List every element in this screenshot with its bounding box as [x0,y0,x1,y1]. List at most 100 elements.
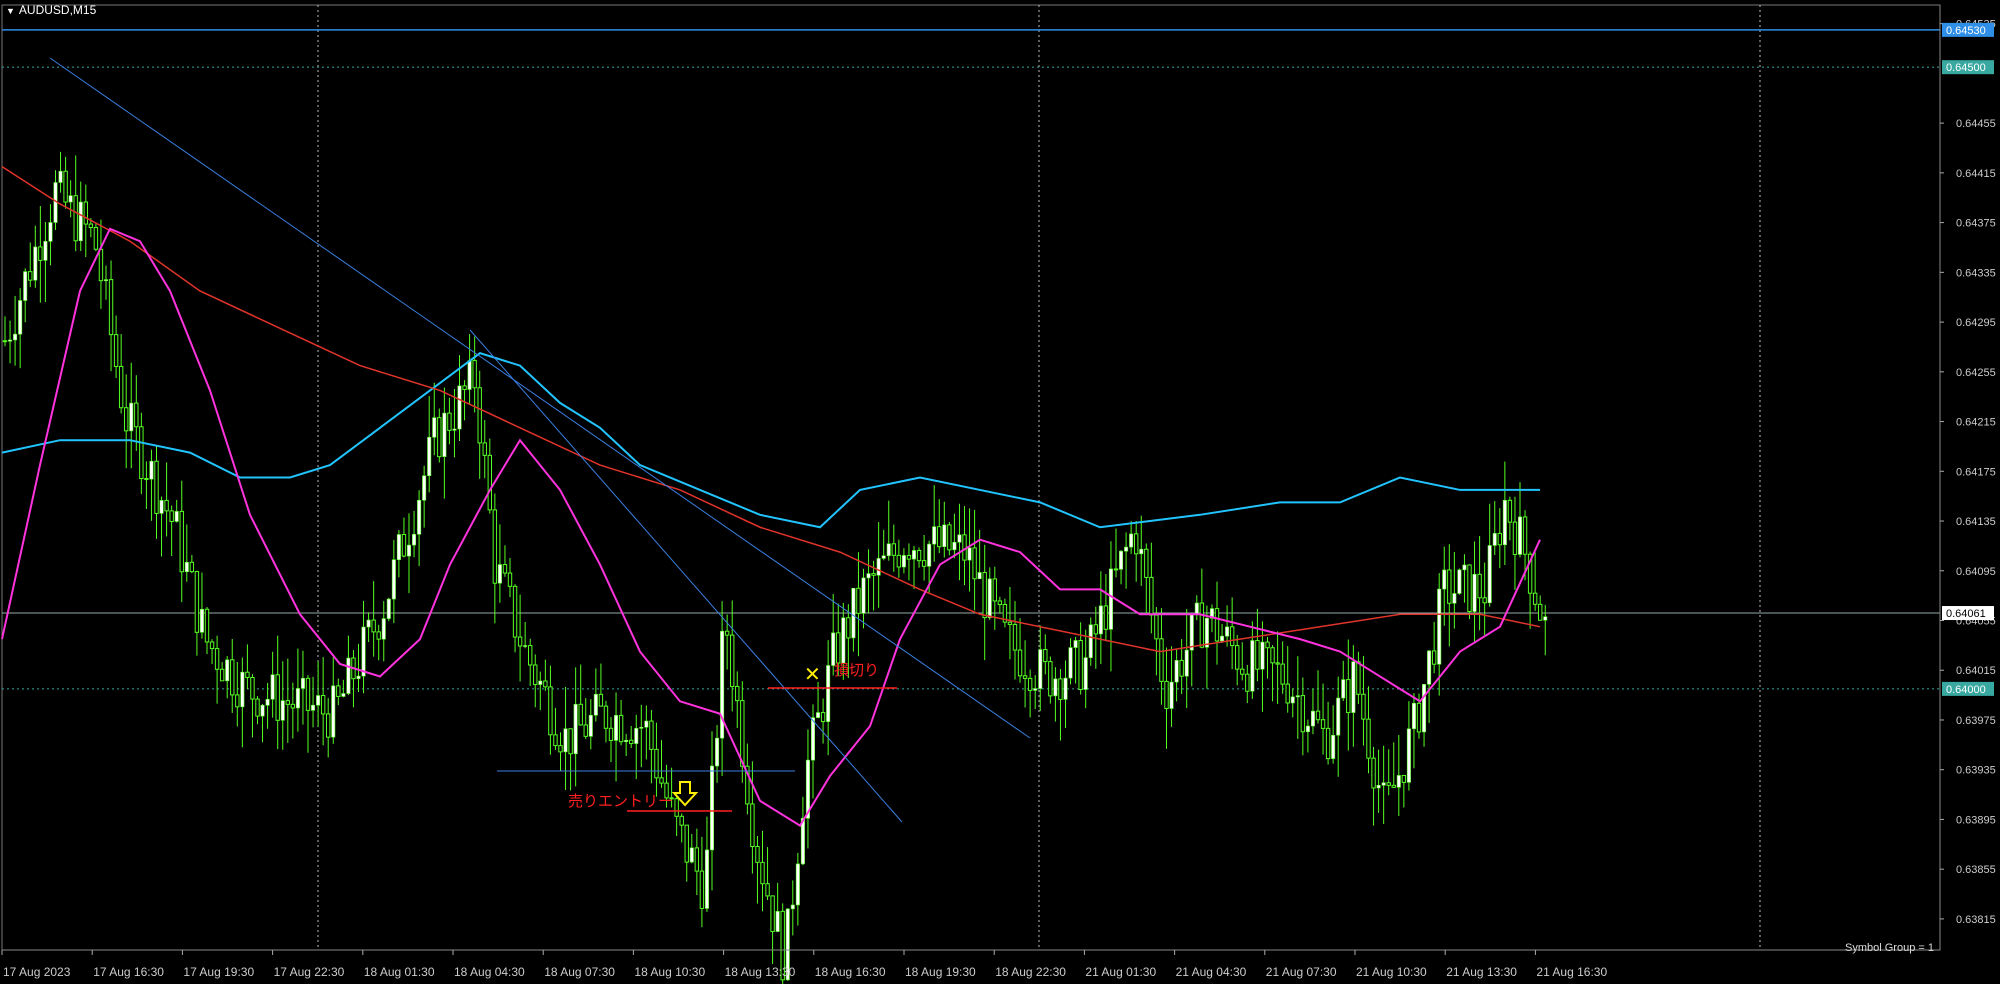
candle-body [543,680,548,688]
candle-body [866,573,871,579]
candle-body [214,648,220,670]
candle-body [639,726,644,729]
candle-body [1043,649,1048,663]
candle-body [462,385,467,390]
candle-body [391,559,396,600]
candle-body [1452,593,1457,604]
candle-body [1482,597,1487,604]
candle-body [932,526,937,545]
time-tick-label: 17 Aug 22:30 [274,965,345,979]
candle-body [654,748,659,779]
candle-body [497,564,502,584]
candle-body [13,333,18,341]
candle-body [649,720,654,750]
candle-body [1457,569,1462,594]
candle-body [326,713,331,738]
candle-body [816,712,821,718]
candle-body [422,475,427,501]
candle-body [1108,568,1113,630]
price-chart[interactable]: 売りエントリー✕損切り0.645350.644550.644150.643750… [0,0,2000,984]
candle-body [1194,602,1199,616]
candle-body [1063,677,1068,700]
candle-body [735,685,740,702]
time-tick-label: 18 Aug 22:30 [995,965,1066,979]
stop-loss-label: 損切り [834,661,879,679]
ma-cyan-line [1,352,1540,529]
candle-body [603,705,609,729]
candle-body [871,573,876,576]
candle-body [432,417,437,438]
candle-body [598,693,604,707]
candle-body [477,387,482,444]
candle-body [856,587,861,614]
candle-body [487,454,493,511]
candle-body [1512,521,1518,555]
candle-body [1315,710,1321,721]
candle-body [1356,661,1361,695]
candle-body [1027,677,1033,691]
candle-body [568,728,573,755]
candle-body [1422,684,1427,733]
stop-loss-cross-icon[interactable]: ✕ [804,662,821,686]
candle-body [1129,533,1134,548]
candle-body [245,671,250,678]
price-tick-label: 0.64175 [1956,466,1996,478]
chart-title: ▼ AUDUSD,M15 [6,3,96,17]
candle-body [800,818,805,865]
candle-body [517,636,523,647]
candle-body [139,426,144,480]
candle-body [1048,661,1053,697]
candle-body [881,555,886,559]
candle-body [28,271,33,281]
candle-body [1346,679,1351,714]
candle-body [684,824,689,863]
candle-body [1331,734,1336,759]
candle-body [376,631,381,640]
candle-body [704,849,709,909]
candle-body [356,675,361,679]
candle-body [947,524,952,551]
candle-body [1073,640,1078,648]
candle-body [1265,641,1270,649]
candle-body [841,617,846,664]
candle-body [1144,548,1149,578]
candle-body [1068,647,1073,679]
price-tick-label: 0.64455 [1956,118,1996,130]
candle-body [179,510,184,573]
candle-body [219,668,225,682]
candle-body [300,678,305,689]
candle-body [280,700,285,721]
candle-body [452,428,457,431]
time-tick-label: 18 Aug 16:30 [815,965,886,979]
candle-body [755,845,760,863]
dropdown-triangle-icon[interactable]: ▼ [6,6,15,16]
candle-body [346,657,351,694]
candle-body [159,500,164,514]
candle-body [1477,573,1482,599]
candle-body [98,248,104,282]
candle-body [169,510,174,522]
candle-body [1507,499,1513,523]
candle-body [270,674,275,700]
candle-body [149,460,154,480]
candle-body [199,608,204,633]
candle-body [1225,626,1230,637]
candle-body [311,704,316,711]
candle-body [528,645,533,666]
candle-body [1341,679,1346,699]
candle-body [906,554,912,560]
candle-body [361,626,366,677]
candle-body [189,561,195,573]
price-tick-label: 0.63815 [1956,914,1996,926]
candle-body [997,600,1003,605]
candle-body [507,572,513,587]
candle-body [1310,710,1315,727]
sell-entry-label: 売りエントリー [568,792,673,810]
candle-body [1305,725,1310,733]
candle-body [1270,647,1275,664]
candle-body [1543,616,1548,621]
candle-body [290,703,296,709]
candle-body [104,279,109,281]
candle-body [1371,757,1376,789]
time-tick-label: 17 Aug 19:30 [183,965,254,979]
